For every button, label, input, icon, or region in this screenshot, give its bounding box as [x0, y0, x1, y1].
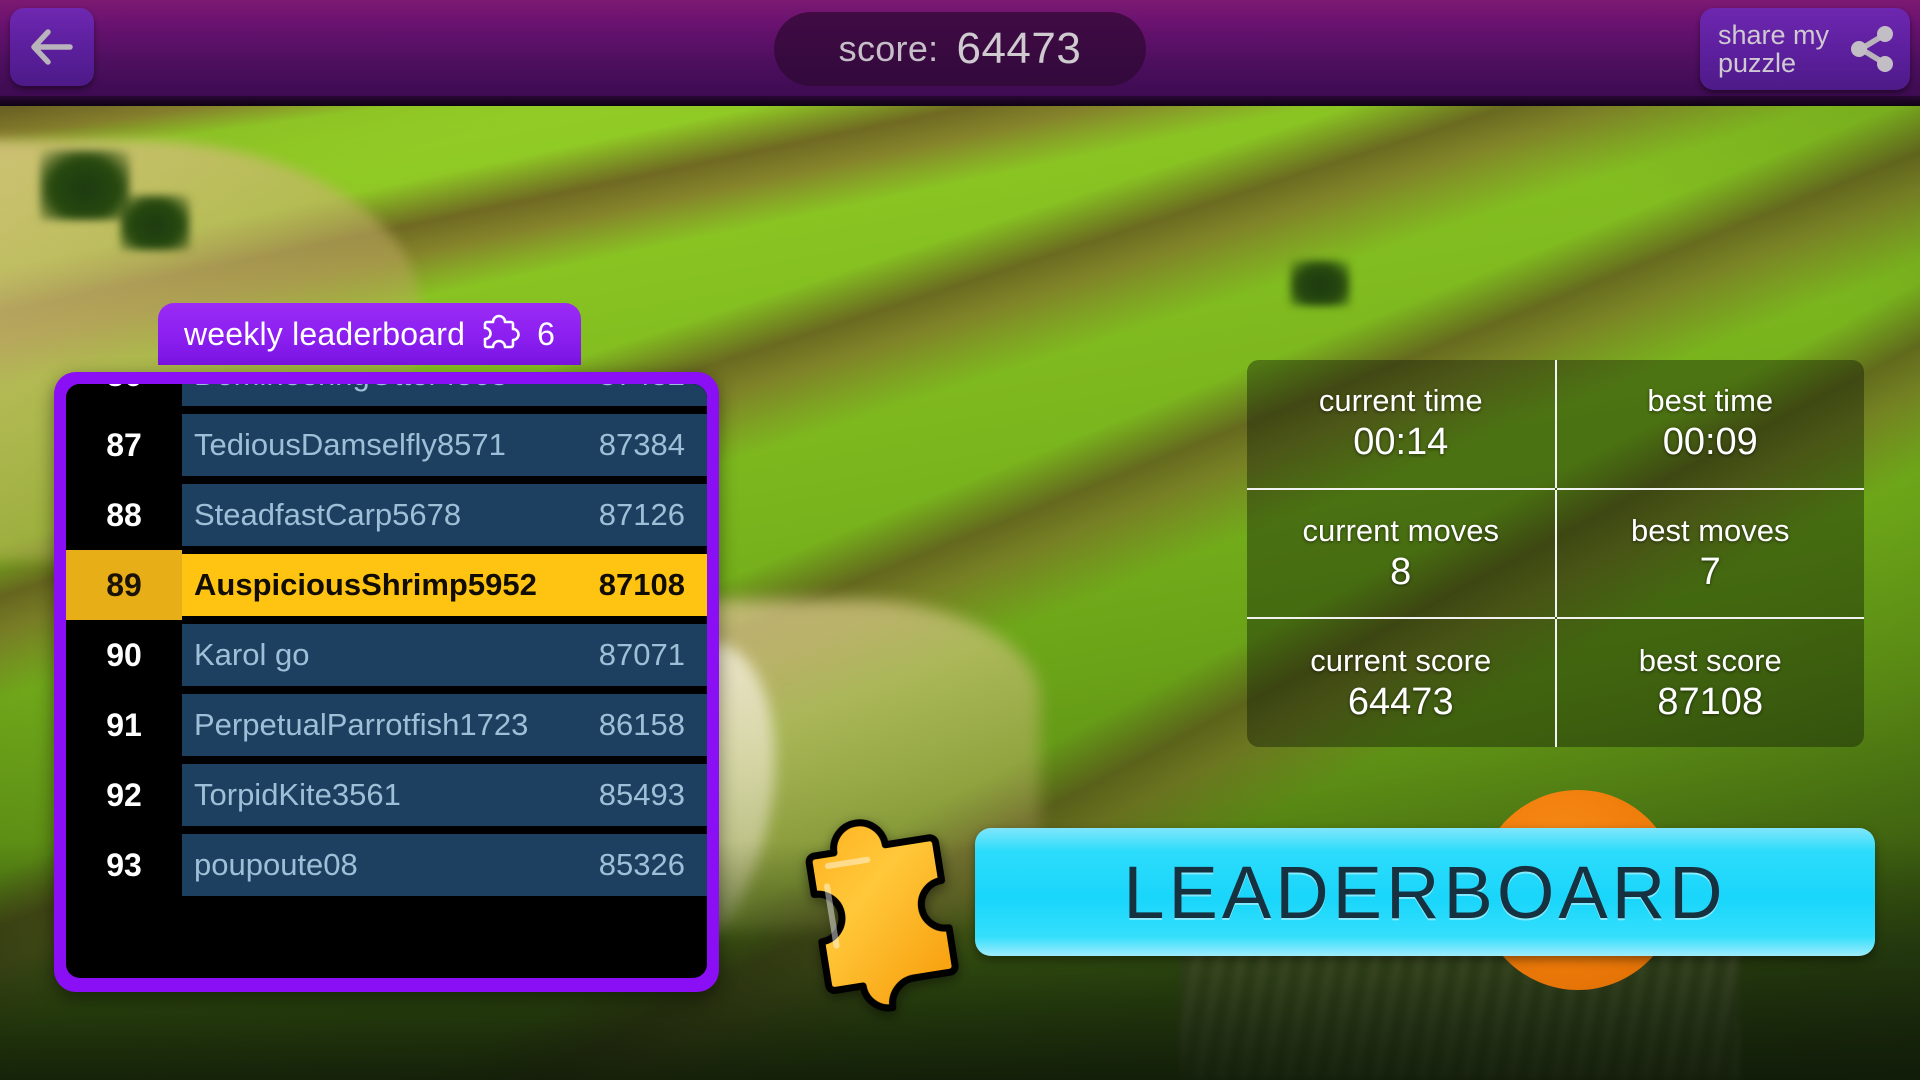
leaderboard-row-body: TorpidKite3561 85493 — [182, 760, 707, 830]
leaderboard-player-name: SteadfastCarp5678 — [194, 497, 462, 532]
background-tree — [40, 150, 130, 220]
best-moves-value: 7 — [1699, 550, 1721, 593]
share-my-puzzle-button[interactable]: share my puzzle — [1700, 8, 1910, 90]
leaderboard-player-score: 87432 — [599, 384, 685, 393]
weekly-leaderboard-tab[interactable]: weekly leaderboard 6 — [158, 303, 581, 365]
back-arrow-icon — [29, 28, 75, 66]
share-icon — [1848, 24, 1896, 74]
leaderboard-player-score: 87126 — [598, 497, 685, 532]
leaderboard-row-body: Karol go 87071 — [182, 620, 707, 690]
leaderboard-player-score: 85493 — [598, 777, 685, 812]
back-button[interactable] — [10, 8, 94, 86]
current-moves-label: current moves — [1302, 512, 1499, 548]
share-label-line2: puzzle — [1718, 48, 1797, 78]
best-moves-label: best moves — [1630, 512, 1790, 548]
best-time-label: best time — [1647, 383, 1774, 419]
leaderboard-rank: 90 — [66, 620, 182, 690]
leaderboard-player-score: 87071 — [598, 637, 685, 672]
leaderboard-rank: 89 — [66, 550, 182, 620]
leaderboard-button[interactable]: LEADERBOARD — [975, 828, 1875, 956]
share-label-line1: share my — [1718, 19, 1830, 50]
score-display: score: 64473 — [774, 12, 1146, 86]
leaderboard-row-body: TediousDamselfly8571 87384 — [182, 410, 707, 480]
leaderboard-row-body: PerpetualParrotfish1723 86158 — [182, 690, 707, 760]
leaderboard-player-name: TediousDamselfly8571 — [194, 427, 506, 462]
current-score-value: 64473 — [1347, 680, 1454, 723]
leaderboard-row[interactable]: 91 PerpetualParrotfish1723 86158 — [66, 690, 707, 760]
background-tree — [120, 195, 190, 250]
leaderboard-rank: 93 — [66, 830, 182, 900]
leaderboard-row-body: AuspiciousShrimp5952 87108 — [182, 550, 707, 620]
current-moves-value: 8 — [1390, 550, 1412, 593]
leaderboard-row[interactable]: 88 SteadfastCarp5678 87126 — [66, 480, 707, 550]
background-tree — [1290, 260, 1350, 306]
current-time-label: current time — [1318, 383, 1483, 419]
leaderboard-list[interactable]: 86DomineeringOtter45688743287TediousDams… — [66, 384, 707, 978]
leaderboard-player-score: 86158 — [598, 707, 685, 742]
weekly-leaderboard-count: 6 — [537, 315, 555, 352]
leaderboard-row[interactable]: 87 TediousDamselfly8571 87384 — [66, 410, 707, 480]
current-time-value: 00:14 — [1353, 421, 1449, 464]
best-score-value: 87108 — [1657, 680, 1764, 723]
leaderboard-player-score: 87108 — [598, 567, 685, 602]
stat-best-moves: best moves 7 — [1557, 490, 1865, 618]
share-button-label: share my puzzle — [1718, 19, 1836, 78]
leaderboard-row[interactable]: 92 TorpidKite3561 85493 — [66, 760, 707, 830]
leaderboard-player-name: poupoute08 — [194, 847, 358, 882]
leaderboard-player-name: AuspiciousShrimp5952 — [194, 567, 537, 602]
game-screen: score: 64473 share my puzzle weekly lead… — [0, 0, 1920, 1080]
leaderboard-rank: 88 — [66, 480, 182, 550]
puzzle-piece-icon — [479, 313, 523, 355]
leaderboard-row[interactable]: 86 DomineeringOtter4568 87432 — [66, 384, 707, 410]
stat-current-score: current score 64473 — [1247, 619, 1555, 747]
leaderboard-rank: 86 — [66, 384, 182, 410]
leaderboard-player-name: Karol go — [194, 637, 310, 672]
leaderboard-row-body: SteadfastCarp5678 87126 — [182, 480, 707, 550]
leaderboard-player-score: 87384 — [598, 427, 685, 462]
leaderboard-row-body: poupoute08 85326 — [182, 830, 707, 900]
leaderboard-rank: 87 — [66, 410, 182, 480]
leaderboard-scroll-area[interactable]: 86DomineeringOtter45688743287TediousDams… — [66, 384, 707, 900]
leaderboard-rank: 91 — [66, 690, 182, 760]
stat-current-moves: current moves 8 — [1247, 490, 1555, 618]
leaderboard-row[interactable]: 90 Karol go 87071 — [66, 620, 707, 690]
score-label: score: — [838, 28, 939, 69]
leaderboard-player-name: TorpidKite3561 — [194, 777, 401, 812]
leaderboard-panel: 86DomineeringOtter45688743287TediousDams… — [54, 372, 719, 992]
leaderboard-player-name: PerpetualParrotfish1723 — [194, 707, 529, 742]
leaderboard-button-label: LEADERBOARD — [1123, 850, 1727, 934]
score-value: 64473 — [956, 24, 1082, 73]
weekly-leaderboard-tab-label: weekly leaderboard — [184, 315, 466, 352]
leaderboard-row[interactable]: 89 AuspiciousShrimp5952 87108 — [66, 550, 707, 620]
stat-current-time: current time 00:14 — [1247, 360, 1555, 488]
leaderboard-player-name: DomineeringOtter4568 — [194, 384, 508, 393]
stat-best-time: best time 00:09 — [1557, 360, 1865, 488]
leaderboard-row-body: DomineeringOtter4568 87432 — [182, 384, 707, 410]
leaderboard-rank: 92 — [66, 760, 182, 830]
stat-best-score: best score 87108 — [1557, 619, 1865, 747]
leaderboard-player-score: 85326 — [598, 847, 685, 882]
best-time-value: 00:09 — [1662, 421, 1758, 464]
best-score-label: best score — [1638, 642, 1782, 678]
stats-panel: current time 00:14 best time 00:09 curre… — [1247, 360, 1864, 747]
current-score-label: current score — [1310, 642, 1492, 678]
leaderboard-row[interactable]: 93 poupoute08 85326 — [66, 830, 707, 900]
